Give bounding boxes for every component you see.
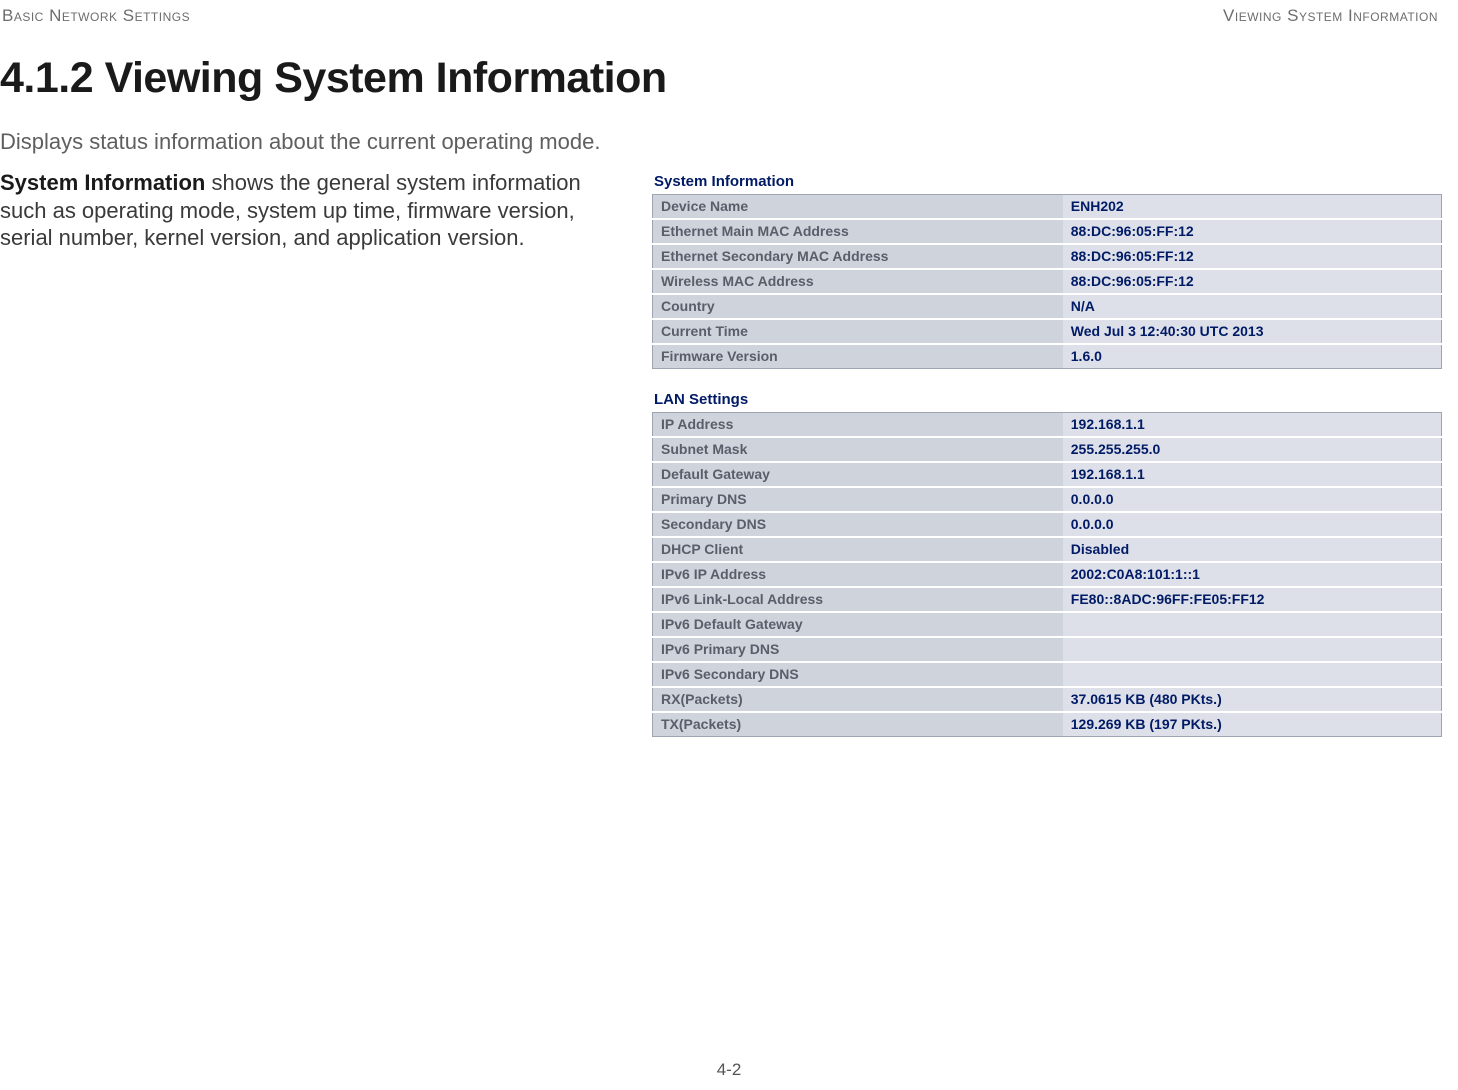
table-row: Current TimeWed Jul 3 12:40:30 UTC 2013: [653, 319, 1442, 344]
running-header: Basic Network Settings Viewing System In…: [0, 6, 1442, 26]
row-val: 0.0.0.0: [1063, 487, 1442, 512]
row-key: Country: [653, 294, 1063, 319]
screenshot-panel: System Information Device NameENH202 Eth…: [652, 169, 1442, 737]
row-key: Primary DNS: [653, 487, 1063, 512]
row-val: 2002:C0A8:101:1::1: [1063, 562, 1442, 587]
row-val: 0.0.0.0: [1063, 512, 1442, 537]
row-key: Subnet Mask: [653, 437, 1063, 462]
paragraph-bold: System Information: [0, 170, 205, 195]
table-row: Default Gateway192.168.1.1: [653, 462, 1442, 487]
row-key: Wireless MAC Address: [653, 269, 1063, 294]
table-row: Secondary DNS0.0.0.0: [653, 512, 1442, 537]
row-val: 129.269 KB (197 PKts.): [1063, 712, 1442, 737]
row-key: Firmware Version: [653, 344, 1063, 369]
table-row: Ethernet Main MAC Address88:DC:96:05:FF:…: [653, 219, 1442, 244]
row-key: Secondary DNS: [653, 512, 1063, 537]
table-row: DHCP ClientDisabled: [653, 537, 1442, 562]
table-row: CountryN/A: [653, 294, 1442, 319]
table-row: IPv6 Primary DNS: [653, 637, 1442, 662]
row-key: IPv6 Link-Local Address: [653, 587, 1063, 612]
row-key: Device Name: [653, 195, 1063, 220]
running-header-right: Viewing System Information: [1223, 6, 1438, 26]
running-header-left: Basic Network Settings: [2, 6, 190, 26]
section-title-lan-settings: LAN Settings: [654, 391, 1442, 408]
row-key: IPv6 Secondary DNS: [653, 662, 1063, 687]
row-val: 255.255.255.0: [1063, 437, 1442, 462]
row-key: IPv6 IP Address: [653, 562, 1063, 587]
row-key: IP Address: [653, 413, 1063, 438]
page-number: 4-2: [0, 1060, 1458, 1080]
table-row: RX(Packets)37.0615 KB (480 PKts.): [653, 687, 1442, 712]
row-val: FE80::8ADC:96FF:FE05:FF12: [1063, 587, 1442, 612]
row-key: RX(Packets): [653, 687, 1063, 712]
row-val: Disabled: [1063, 537, 1442, 562]
row-val: [1063, 637, 1442, 662]
row-val: 88:DC:96:05:FF:12: [1063, 269, 1442, 294]
system-information-table: Device NameENH202 Ethernet Main MAC Addr…: [652, 194, 1442, 369]
table-row: IPv6 Link-Local AddressFE80::8ADC:96FF:F…: [653, 587, 1442, 612]
row-key: IPv6 Default Gateway: [653, 612, 1063, 637]
row-val: 192.168.1.1: [1063, 462, 1442, 487]
table-row: Firmware Version1.6.0: [653, 344, 1442, 369]
section-title-system-information: System Information: [654, 173, 1442, 190]
row-val: N/A: [1063, 294, 1442, 319]
lead-text: Displays status information about the cu…: [0, 129, 1442, 155]
row-key: IPv6 Primary DNS: [653, 637, 1063, 662]
body-paragraph: System Information shows the general sys…: [0, 169, 630, 252]
table-row: IP Address192.168.1.1: [653, 413, 1442, 438]
page-title: 4.1.2 Viewing System Information: [0, 54, 1442, 103]
table-row: IPv6 Secondary DNS: [653, 662, 1442, 687]
table-row: Primary DNS0.0.0.0: [653, 487, 1442, 512]
row-val: [1063, 612, 1442, 637]
row-key: Default Gateway: [653, 462, 1063, 487]
row-val: 37.0615 KB (480 PKts.): [1063, 687, 1442, 712]
row-val: Wed Jul 3 12:40:30 UTC 2013: [1063, 319, 1442, 344]
row-key: Ethernet Main MAC Address: [653, 219, 1063, 244]
row-val: 88:DC:96:05:FF:12: [1063, 244, 1442, 269]
table-row: Wireless MAC Address88:DC:96:05:FF:12: [653, 269, 1442, 294]
table-row: IPv6 Default Gateway: [653, 612, 1442, 637]
table-row: Subnet Mask255.255.255.0: [653, 437, 1442, 462]
row-key: Ethernet Secondary MAC Address: [653, 244, 1063, 269]
row-key: Current Time: [653, 319, 1063, 344]
row-val: [1063, 662, 1442, 687]
lan-settings-table: IP Address192.168.1.1 Subnet Mask255.255…: [652, 412, 1442, 737]
row-val: 88:DC:96:05:FF:12: [1063, 219, 1442, 244]
table-row: Device NameENH202: [653, 195, 1442, 220]
row-val: 1.6.0: [1063, 344, 1442, 369]
table-row: Ethernet Secondary MAC Address88:DC:96:0…: [653, 244, 1442, 269]
row-val: 192.168.1.1: [1063, 413, 1442, 438]
row-val: ENH202: [1063, 195, 1442, 220]
table-row: TX(Packets)129.269 KB (197 PKts.): [653, 712, 1442, 737]
row-key: TX(Packets): [653, 712, 1063, 737]
row-key: DHCP Client: [653, 537, 1063, 562]
table-row: IPv6 IP Address2002:C0A8:101:1::1: [653, 562, 1442, 587]
